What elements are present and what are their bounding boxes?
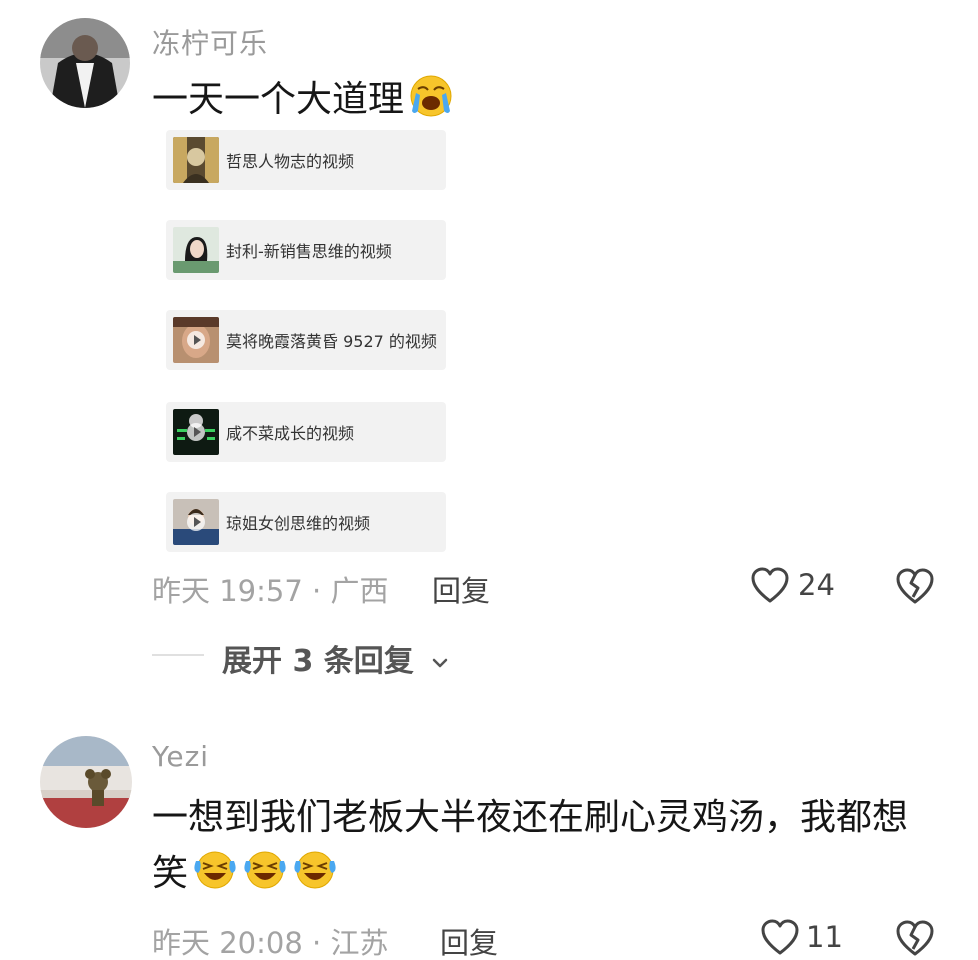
video-card[interactable]: 琼姐女创思维的视频 [166, 492, 446, 552]
like-count: 24 [798, 568, 835, 602]
video-thumbnail [173, 317, 219, 363]
reply-button[interactable]: 回复 [432, 568, 490, 610]
heart-icon[interactable] [760, 918, 800, 958]
video-title: 咸不菜成长的视频 [226, 424, 355, 443]
comment-thread: 冻柠可乐 一天一个大道理 哲思人物志的视频 封利-新销售思维的视频 莫将晚霞落黄… [0, 0, 978, 960]
avatar[interactable] [40, 736, 132, 828]
divider [152, 654, 204, 656]
video-title: 封利-新销售思维的视频 [226, 242, 392, 261]
comment-text: 一天一个大道理 [152, 72, 454, 128]
comment-time-location: 昨天 19:57 · 广西 [152, 574, 389, 608]
comment-text: 一想到我们老板大半夜还在刷心灵鸡汤，我都想 笑 [152, 790, 952, 902]
video-thumbnail [173, 227, 219, 273]
laughing-crying-face-icon [294, 851, 336, 889]
video-card[interactable]: 咸不菜成长的视频 [166, 402, 446, 462]
loudly-crying-face-icon [410, 75, 452, 117]
play-icon [187, 513, 205, 531]
play-icon [187, 331, 205, 349]
video-title: 哲思人物志的视频 [226, 152, 355, 171]
comment-text-line: 一想到我们老板大半夜还在刷心灵鸡汤，我都想 [152, 797, 909, 838]
video-title: 琼姐女创思维的视频 [226, 514, 371, 533]
video-card[interactable]: 莫将晚霞落黄昏 9527 的视频 [166, 310, 446, 370]
username[interactable]: 冻柠可乐 [152, 22, 268, 62]
comment-text-line-2: 笑 [152, 846, 952, 902]
username[interactable]: Yezi [152, 740, 209, 773]
expand-replies-label: 展开 3 条回复 [222, 644, 414, 679]
chevron-down-icon [432, 658, 448, 668]
video-thumbnail [173, 409, 219, 455]
dislike-icon[interactable] [894, 566, 936, 606]
video-card[interactable]: 哲思人物志的视频 [166, 130, 446, 190]
video-thumbnail [173, 499, 219, 545]
laughing-crying-face-icon [194, 851, 236, 889]
comment-text-content: 一天一个大道理 [152, 79, 405, 120]
comment-text-content: 笑 [152, 853, 189, 894]
expand-replies-button[interactable]: 展开 3 条回复 [222, 636, 450, 680]
reply-button[interactable]: 回复 [440, 920, 498, 960]
heart-icon[interactable] [750, 566, 790, 606]
laughing-crying-face-icon [244, 851, 286, 889]
comment-time-location: 昨天 20:08 · 江苏 [152, 926, 389, 960]
video-thumbnail [173, 137, 219, 183]
video-title: 莫将晚霞落黄昏 9527 的视频 [226, 332, 437, 351]
dislike-icon[interactable] [894, 918, 936, 958]
like-count: 11 [806, 920, 843, 954]
play-icon [187, 423, 205, 441]
avatar[interactable] [40, 18, 130, 108]
video-card[interactable]: 封利-新销售思维的视频 [166, 220, 446, 280]
